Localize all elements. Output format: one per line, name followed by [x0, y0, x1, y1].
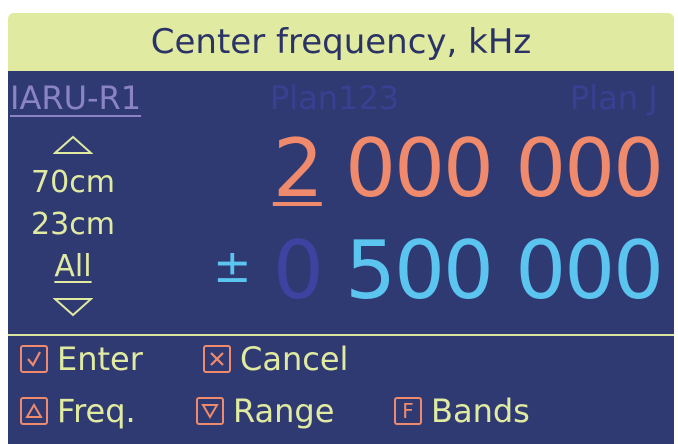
triangle-up-icon[interactable] [53, 135, 93, 155]
triangle-up-box-icon [20, 397, 48, 425]
band-item-23cm[interactable]: 23cm [18, 205, 128, 245]
dialog-title: Center frequency, kHz [8, 13, 674, 71]
plan-tab-iaru-r1[interactable]: IARU-R1 [10, 75, 141, 121]
band-item-all[interactable]: All [18, 247, 128, 287]
triangle-down-icon[interactable] [53, 297, 93, 317]
range-label: Range [233, 392, 335, 430]
range-digits: 500 000 [321, 224, 664, 317]
f-key-icon: F [394, 397, 422, 425]
frequency-digits: 000 000 [321, 122, 664, 215]
plus-minus-sign: ± [213, 239, 252, 293]
band-item-70cm[interactable]: 70cm [18, 163, 128, 203]
center-frequency-value[interactable]: 2 000 000 [273, 127, 664, 211]
cancel-button[interactable]: Cancel [203, 339, 348, 379]
plan-tab-plan-j[interactable]: Plan J [570, 75, 658, 121]
bands-label: Bands [431, 392, 530, 430]
range-button[interactable]: Range [196, 391, 334, 431]
plan-tab-plan123[interactable]: Plan123 [270, 75, 399, 121]
freq-button[interactable]: Freq. [20, 391, 136, 431]
frequency-dialog: Center frequency, kHz IARU-R1 Plan123 Pl… [0, 0, 678, 444]
triangle-down-box-icon [196, 397, 224, 425]
range-leading-digit: 0 [272, 224, 324, 317]
check-box-icon [20, 345, 48, 373]
enter-button[interactable]: Enter [20, 339, 143, 379]
bands-button[interactable]: F Bands [394, 391, 530, 431]
x-box-icon [203, 345, 231, 373]
freq-label: Freq. [57, 392, 136, 430]
range-value[interactable]: 0 500 000 [273, 229, 664, 313]
frequency-cursor-digit: 2 [272, 122, 324, 215]
dialog-body: IARU-R1 Plan123 Plan J 70cm 23cm All 2 0… [8, 71, 674, 444]
separator [8, 334, 674, 336]
enter-label: Enter [57, 340, 143, 378]
cancel-label: Cancel [240, 340, 349, 378]
